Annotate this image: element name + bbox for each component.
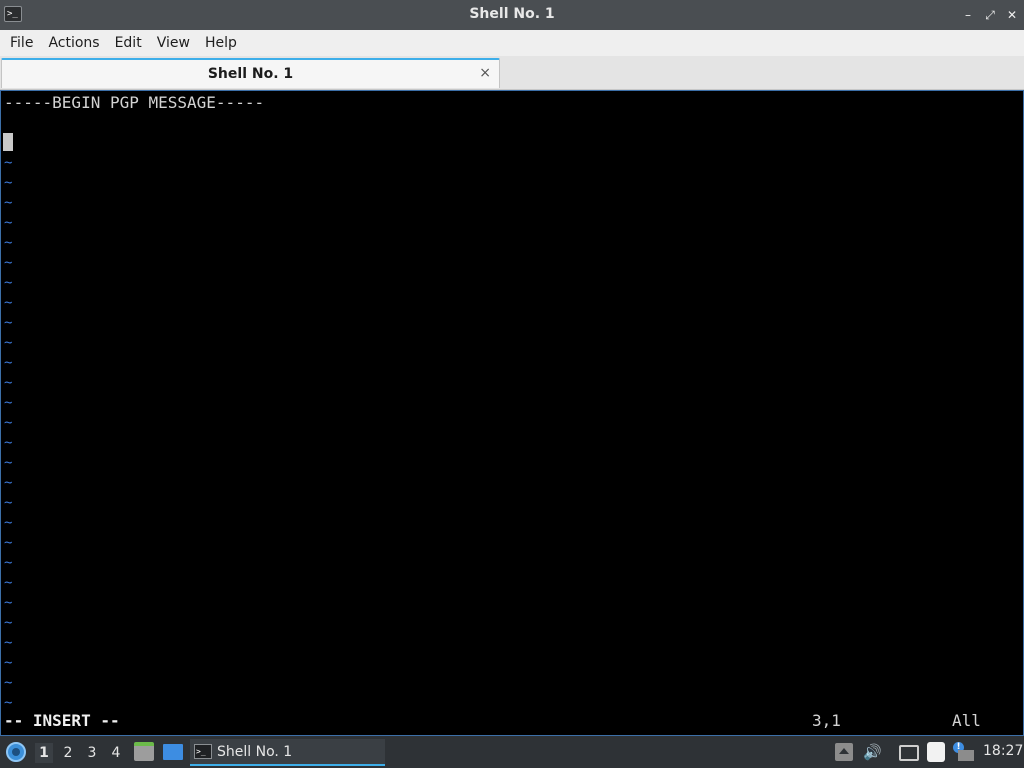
empty-line-marker: ~ [4, 455, 13, 471]
tab-label: Shell No. 1 [207, 66, 294, 82]
task-shell-1[interactable]: >_ Shell No. 1 [190, 739, 385, 766]
minimize-button[interactable]: – [960, 6, 976, 24]
empty-line-marker: ~ [4, 655, 13, 671]
terminal-line: -----BEGIN PGP MESSAGE----- [4, 93, 265, 112]
empty-line-marker: ~ [4, 235, 13, 251]
scroll-indicator: All [952, 711, 981, 730]
cursor-position: 3,1 [812, 711, 841, 730]
menu-view[interactable]: View [151, 35, 196, 51]
empty-line-marker: ~ [4, 475, 13, 491]
start-menu-icon[interactable] [6, 742, 26, 762]
volume-icon[interactable]: 🔊 [863, 743, 882, 761]
menu-edit[interactable]: Edit [109, 35, 148, 51]
menu-actions[interactable]: Actions [42, 35, 105, 51]
maximize-button[interactable]: ⤢ [982, 6, 998, 24]
empty-line-marker: ~ [4, 295, 13, 311]
file-manager-icon[interactable] [134, 742, 154, 761]
empty-line-marker: ~ [4, 255, 13, 271]
update-box-icon [958, 750, 974, 761]
close-button[interactable]: ✕ [1004, 6, 1020, 24]
vim-mode-indicator: -- INSERT -- [4, 711, 120, 730]
empty-line-marker: ~ [4, 395, 13, 411]
empty-line-marker: ~ [4, 215, 13, 231]
empty-line-marker: ~ [4, 415, 13, 431]
clock[interactable]: 18:27 [983, 743, 1023, 759]
empty-line-marker: ~ [4, 275, 13, 291]
empty-line-marker: ~ [4, 515, 13, 531]
window-titlebar[interactable]: >_ Shell No. 1 – ⤢ ✕ [0, 0, 1024, 30]
empty-line-marker: ~ [4, 435, 13, 451]
empty-line-marker: ~ [4, 375, 13, 391]
empty-line-marker: ~ [4, 635, 13, 651]
empty-line-marker: ~ [4, 315, 13, 331]
empty-line-marker: ~ [4, 335, 13, 351]
taskbar: 1 2 3 4 >_ Shell No. 1 🔊 ! 18:27 [0, 736, 1024, 768]
tab-shell-1[interactable]: Shell No. 1 × [1, 58, 500, 88]
empty-line-marker: ~ [4, 355, 13, 371]
empty-line-marker: ~ [4, 155, 13, 171]
task-label: Shell No. 1 [217, 744, 293, 760]
network-icon[interactable] [899, 745, 919, 761]
empty-line-marker: ~ [4, 495, 13, 511]
empty-line-marker: ~ [4, 575, 13, 591]
clipboard-icon[interactable] [927, 742, 945, 762]
empty-line-marker: ~ [4, 695, 13, 711]
empty-line-marker: ~ [4, 675, 13, 691]
desktop-2[interactable]: 2 [59, 743, 77, 763]
tray-expand-icon[interactable] [835, 743, 853, 761]
empty-line-marker: ~ [4, 195, 13, 211]
text-cursor [3, 133, 13, 151]
empty-line-marker: ~ [4, 595, 13, 611]
desktop-4[interactable]: 4 [107, 743, 125, 763]
empty-line-marker: ~ [4, 175, 13, 191]
tab-bar: Shell No. 1 × [0, 56, 1024, 90]
desktop-3[interactable]: 3 [83, 743, 101, 763]
show-desktop-icon[interactable] [163, 744, 183, 760]
menu-file[interactable]: File [4, 35, 39, 51]
update-notifier-icon[interactable]: ! [952, 742, 974, 762]
window-title: Shell No. 1 [469, 6, 555, 22]
tab-close-icon[interactable]: × [479, 65, 491, 81]
empty-line-marker: ~ [4, 555, 13, 571]
menu-bar: File Actions Edit View Help [0, 30, 1024, 56]
terminal-icon: >_ [194, 744, 212, 759]
empty-line-marker: ~ [4, 615, 13, 631]
terminal-view[interactable]: -----BEGIN PGP MESSAGE----- ~ ~ ~ ~ ~ ~ ~ ~ ~ ~ ~ ~… [0, 90, 1024, 736]
empty-line-marker: ~ [4, 535, 13, 551]
desktop-1[interactable]: 1 [35, 743, 53, 763]
menu-help[interactable]: Help [199, 35, 243, 51]
